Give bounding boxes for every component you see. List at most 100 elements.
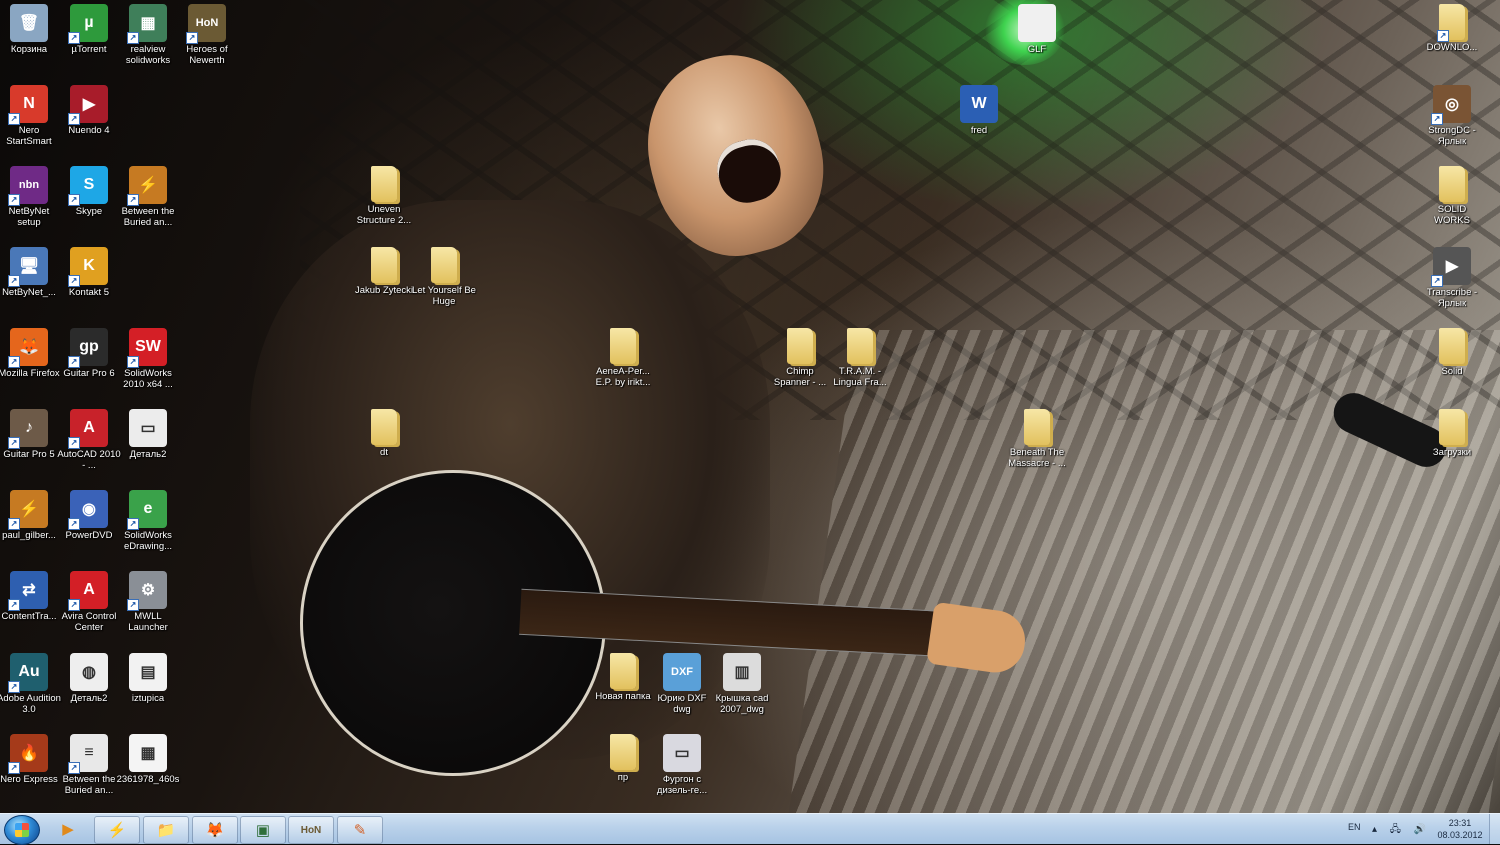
lightning-app-icon: ⚡	[107, 822, 127, 839]
desktop-icon[interactable]: ▶ ↗ Transcribe - Ярлык	[1420, 247, 1484, 309]
desktop-icon[interactable]: e ↗ SolidWorks eDrawing...	[116, 490, 180, 552]
desktop-icon-label: Nuendo 4	[68, 125, 110, 136]
app-icon: Au ↗	[8, 653, 48, 693]
folder-icon	[1439, 409, 1465, 445]
shortcut-arrow-icon: ↗	[68, 356, 80, 368]
app-icon: ⚙ ↗	[127, 571, 167, 611]
taskbar-button-explorer[interactable]: 📁	[143, 816, 189, 844]
taskbar-button-firefox[interactable]: 🦊	[192, 816, 238, 844]
start-button[interactable]	[4, 815, 40, 845]
desktop-icon[interactable]: dt	[352, 409, 416, 458]
desktop-icon[interactable]: ◎ ↗ StrongDC - Ярлык	[1420, 85, 1484, 147]
desktop-icon[interactable]: Solid	[1420, 328, 1484, 377]
desktop-icon[interactable]: Beneath The Massacre - ...	[1005, 409, 1069, 469]
desktop-icon-label: Корзина	[10, 44, 48, 55]
desktop-icon[interactable]: ▦ 2361978_460s	[116, 734, 180, 785]
desktop-icon[interactable]: ↗ DOWNLO...	[1420, 4, 1484, 53]
shortcut-arrow-icon: ↗	[8, 518, 20, 530]
desktop-icon[interactable]: 🗑 Корзина	[0, 4, 61, 55]
desktop-icon-label: Mozilla Firefox	[0, 368, 60, 379]
desktop-icon[interactable]: ⚙ ↗ MWLL Launcher	[116, 571, 180, 633]
shortcut-arrow-icon: ↗	[8, 275, 20, 287]
desktop-icon[interactable]: SW ↗ SolidWorks 2010 x64 ...	[116, 328, 180, 390]
desktop-icon[interactable]: T.R.A.M. - Lingua Fra...	[828, 328, 892, 388]
desktop-icon[interactable]: 🔥 ↗ Nero Express	[0, 734, 61, 785]
desktop-icon[interactable]: ▤ iztupica	[116, 653, 180, 704]
desktop-icon-label: T.R.A.M. - Lingua Fra...	[833, 366, 887, 388]
desktop-icon[interactable]: Chimp Spanner - ...	[768, 328, 832, 388]
desktop-icon[interactable]: ⇄ ↗ ContentTra...	[0, 571, 61, 622]
desktop-icon[interactable]: GLF	[1005, 4, 1069, 55]
shortcut-arrow-icon: ↗	[8, 437, 20, 449]
desktop-icon[interactable]: AeneA-Per... E.P. by irikt...	[591, 328, 655, 388]
desktop-icon[interactable]: nbn ↗ NetByNet setup	[0, 166, 61, 228]
language-indicator[interactable]: EN	[1348, 822, 1361, 832]
desktop-icon[interactable]: ♪ ↗ Guitar Pro 5	[0, 409, 61, 460]
desktop-icon[interactable]: ▭ Фургон с дизель-ге...	[650, 734, 714, 796]
desktop-icon-label: StrongDC - Ярлык	[1428, 125, 1476, 147]
shortcut-arrow-icon: ↗	[127, 356, 139, 368]
desktop-icon-label: Guitar Pro 6	[63, 368, 115, 379]
desktop-icon[interactable]: Uneven Structure 2...	[352, 166, 416, 226]
desktop-icon[interactable]: 🖥 ↗ NetByNet_...	[0, 247, 61, 298]
app-icon: ▥	[723, 653, 761, 691]
desktop-icon[interactable]: ▦ ↗ realview solidworks	[116, 4, 180, 66]
desktop-icon[interactable]: ◉ ↗ PowerDVD	[57, 490, 121, 541]
desktop-icon[interactable]: S ↗ Skype	[57, 166, 121, 217]
desktop-icon[interactable]: Wfred	[947, 85, 1011, 136]
app-icon: ⇄ ↗	[8, 571, 48, 611]
desktop-icon-label: ContentTra...	[1, 611, 57, 622]
show-desktop-button[interactable]	[1489, 814, 1500, 844]
desktop-icon[interactable]: DXF Юрию DXF dwg	[650, 653, 714, 715]
desktop-icon[interactable]: ⚡ ↗ Between the Buried an...	[116, 166, 180, 228]
desktop-icon[interactable]: Загрузки	[1420, 409, 1484, 458]
app-icon: ▶ ↗	[68, 85, 108, 125]
desktop-icon-label: Nero StartSmart	[6, 125, 52, 147]
folder-icon	[610, 734, 636, 770]
desktop-icon-label: Avira Control Center	[61, 611, 117, 633]
folder-icon	[787, 328, 813, 364]
desktop-icon[interactable]: Au ↗ Adobe Audition 3.0	[0, 653, 61, 715]
desktop-icon[interactable]: HoN ↗ Heroes of Newerth	[175, 4, 239, 66]
desktop-icon-label: Solid	[1441, 366, 1463, 377]
desktop-icon[interactable]: µ ↗ µTorrent	[57, 4, 121, 55]
app-icon: ▤	[129, 653, 167, 691]
folder-icon	[610, 328, 636, 364]
desktop-icon[interactable]: K ↗ Kontakt 5	[57, 247, 121, 298]
folder-icon	[371, 166, 397, 202]
desktop-icon[interactable]: Новая папка	[591, 653, 655, 702]
desktop-icon[interactable]: N ↗ Nero StartSmart	[0, 85, 61, 147]
desktop-icon[interactable]: ▶ ↗ Nuendo 4	[57, 85, 121, 136]
desktop-icon[interactable]: ▥ Крышка cad 2007_dwg	[710, 653, 774, 715]
desktop-icon[interactable]: Let Yourself Be Huge	[412, 247, 476, 307]
clock[interactable]: 23:31 08.03.2012	[1430, 817, 1490, 841]
desktop-icon[interactable]: ▭ Деталь2	[116, 409, 180, 460]
folder-icon	[847, 328, 873, 364]
desktop-icon[interactable]: A ↗ AutoCAD 2010 - ...	[57, 409, 121, 471]
taskbar-button-lightning-app[interactable]: ⚡	[94, 816, 140, 844]
app-icon: 🦊 ↗	[8, 328, 48, 368]
desktop-icon[interactable]: ⚡ ↗ paul_gilber...	[0, 490, 61, 541]
desktop-icon[interactable]: ≡ ↗ Between the Buried an...	[57, 734, 121, 796]
taskbar-button-paint-app[interactable]: ✎	[337, 816, 383, 844]
app-icon: K ↗	[68, 247, 108, 287]
desktop-icon[interactable]: пр	[591, 734, 655, 783]
app-icon: ▭	[663, 734, 701, 772]
desktop-icon[interactable]: A ↗ Avira Control Center	[57, 571, 121, 633]
desktop-icon-label: SolidWorks eDrawing...	[123, 530, 173, 552]
desktop-icon[interactable]: 🦊 ↗ Mozilla Firefox	[0, 328, 61, 379]
taskbar-button-terminal-app[interactable]: ▣	[240, 816, 286, 844]
taskbar-button-heroes-of-newerth[interactable]: HoN	[288, 816, 334, 844]
app-icon: ⚡ ↗	[127, 166, 167, 206]
desktop-icon[interactable]: gp ↗ Guitar Pro 6	[57, 328, 121, 379]
app-icon: gp ↗	[68, 328, 108, 368]
app-icon	[1018, 4, 1056, 42]
desktop-icon[interactable]: ◍ Деталь2	[57, 653, 121, 704]
desktop-icon-label: iztupica	[131, 693, 165, 704]
desktop-icon-label: NetByNet setup	[8, 206, 50, 228]
taskbar-button-media-player[interactable]: ▶	[46, 816, 90, 842]
desktop-icon[interactable]: Jakub Zytecki	[352, 247, 416, 296]
tray-icons[interactable]: ▴ 🖧 🔊	[1372, 822, 1431, 839]
desktop-icon[interactable]: SOLID WORKS	[1420, 166, 1484, 226]
desktop-icon-label: Uneven Structure 2...	[356, 204, 412, 226]
